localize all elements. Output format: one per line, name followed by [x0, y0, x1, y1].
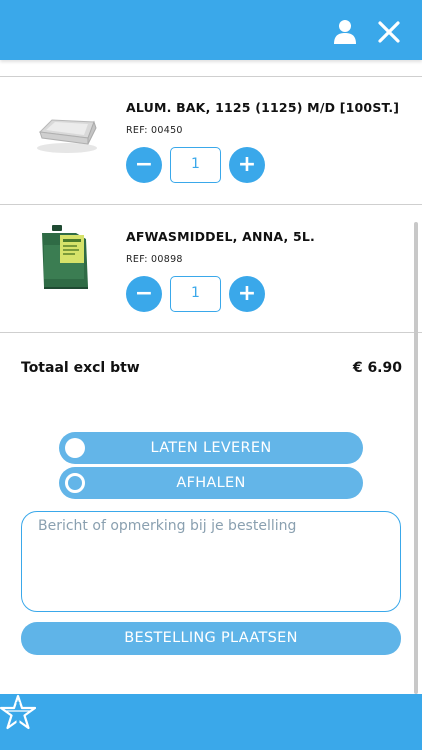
total-value: € 6.90 — [352, 360, 402, 376]
detergent-jerrycan-image — [30, 221, 102, 293]
aluminium-tray-image — [30, 92, 102, 164]
divider — [0, 332, 422, 333]
cart-item: ALUM. BAK, 1125 (1125) M/D [100ST.] REF:… — [0, 76, 422, 204]
increase-quantity-button[interactable]: + — [229, 276, 265, 312]
total-label: Totaal excl btw — [21, 360, 140, 376]
delivery-option-label: AFHALEN — [176, 475, 246, 491]
top-bar — [0, 0, 422, 60]
quantity-field[interactable]: 1 — [170, 147, 221, 183]
product-ref: REF: 00450 — [126, 125, 183, 136]
decrease-quantity-button[interactable]: − — [126, 276, 162, 312]
bottom-bar — [0, 694, 422, 750]
delivery-option-deliver[interactable]: LATEN LEVEREN — [59, 432, 363, 464]
delivery-option-pickup[interactable]: AFHALEN — [59, 467, 363, 499]
remark-field[interactable] — [21, 511, 401, 612]
user-icon[interactable] — [333, 19, 357, 45]
place-order-button[interactable]: BESTELLING PLAATSEN — [21, 622, 401, 655]
scrollbar[interactable] — [414, 222, 418, 694]
quantity-field[interactable]: 1 — [170, 276, 221, 312]
product-ref: REF: 00898 — [126, 254, 183, 265]
delivery-option-label: LATEN LEVEREN — [150, 440, 272, 456]
star-logo-icon[interactable] — [0, 694, 37, 730]
close-icon[interactable] — [377, 20, 401, 44]
product-name: ALUM. BAK, 1125 (1125) M/D [100ST.] — [126, 100, 400, 115]
product-name: AFWASMIDDEL, ANNA, 5L. — [126, 229, 315, 244]
increase-quantity-button[interactable]: + — [229, 147, 265, 183]
cart-item: AFWASMIDDEL, ANNA, 5L. REF: 00898 − 1 + — [0, 205, 422, 332]
decrease-quantity-button[interactable]: − — [126, 147, 162, 183]
